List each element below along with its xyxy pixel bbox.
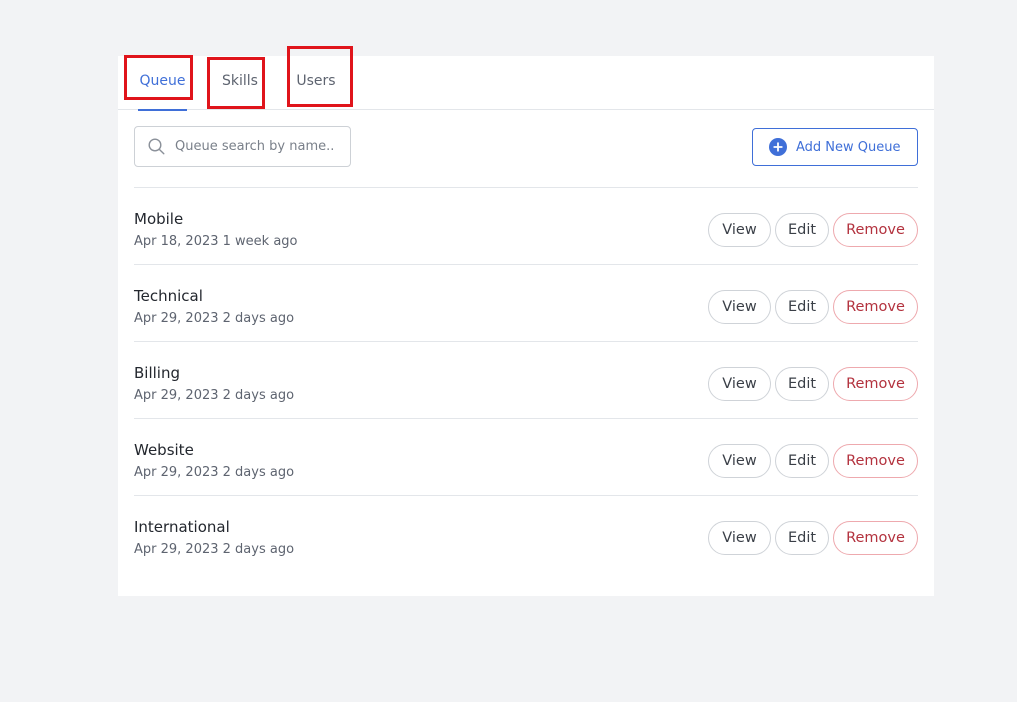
row-actions: View Edit Remove: [708, 290, 918, 324]
search-input[interactable]: [175, 139, 345, 154]
remove-button[interactable]: Remove: [833, 444, 918, 478]
remove-button[interactable]: Remove: [833, 521, 918, 555]
view-button[interactable]: View: [708, 521, 771, 555]
queue-name: Technical: [134, 287, 203, 305]
queue-name: International: [134, 518, 230, 536]
search-icon: [148, 138, 165, 155]
tab-queue[interactable]: Queue: [138, 56, 187, 111]
row-actions: View Edit Remove: [708, 213, 918, 247]
view-button[interactable]: View: [708, 444, 771, 478]
queue-date: Apr 29, 2023 2 days ago: [134, 311, 295, 326]
queue-name: Billing: [134, 364, 180, 382]
list-item: Technical Apr 29, 2023 2 days ago View E…: [134, 265, 918, 342]
queue-date: Apr 18, 2023 1 week ago: [134, 234, 298, 249]
tab-users[interactable]: Users: [294, 56, 338, 110]
edit-button[interactable]: Edit: [775, 367, 829, 401]
list-item: Mobile Apr 18, 2023 1 week ago View Edit…: [134, 188, 918, 265]
add-new-queue-button[interactable]: Add New Queue: [752, 128, 918, 166]
tab-skills[interactable]: Skills: [218, 56, 262, 110]
edit-button[interactable]: Edit: [775, 444, 829, 478]
search-box[interactable]: [134, 126, 351, 167]
remove-button[interactable]: Remove: [833, 290, 918, 324]
edit-button[interactable]: Edit: [775, 521, 829, 555]
row-actions: View Edit Remove: [708, 444, 918, 478]
view-button[interactable]: View: [708, 367, 771, 401]
remove-button[interactable]: Remove: [833, 213, 918, 247]
add-new-queue-label: Add New Queue: [796, 139, 901, 155]
list-item: Billing Apr 29, 2023 2 days ago View Edi…: [134, 342, 918, 419]
view-button[interactable]: View: [708, 213, 771, 247]
list-item: Website Apr 29, 2023 2 days ago View Edi…: [134, 419, 918, 496]
edit-button[interactable]: Edit: [775, 290, 829, 324]
edit-button[interactable]: Edit: [775, 213, 829, 247]
row-actions: View Edit Remove: [708, 521, 918, 555]
queue-date: Apr 29, 2023 2 days ago: [134, 542, 295, 557]
queue-name: Mobile: [134, 210, 184, 228]
list-item: International Apr 29, 2023 2 days ago Vi…: [134, 496, 918, 573]
tab-bar: Queue Skills Users: [118, 56, 934, 111]
remove-button[interactable]: Remove: [833, 367, 918, 401]
view-button[interactable]: View: [708, 290, 771, 324]
queue-panel: Queue Skills Users Add New Queue Mobile …: [118, 56, 934, 596]
queue-name: Website: [134, 441, 194, 459]
row-actions: View Edit Remove: [708, 367, 918, 401]
queue-date: Apr 29, 2023 2 days ago: [134, 388, 295, 403]
queue-date: Apr 29, 2023 2 days ago: [134, 465, 295, 480]
plus-circle-icon: [769, 138, 787, 156]
queue-list: Mobile Apr 18, 2023 1 week ago View Edit…: [134, 187, 918, 573]
